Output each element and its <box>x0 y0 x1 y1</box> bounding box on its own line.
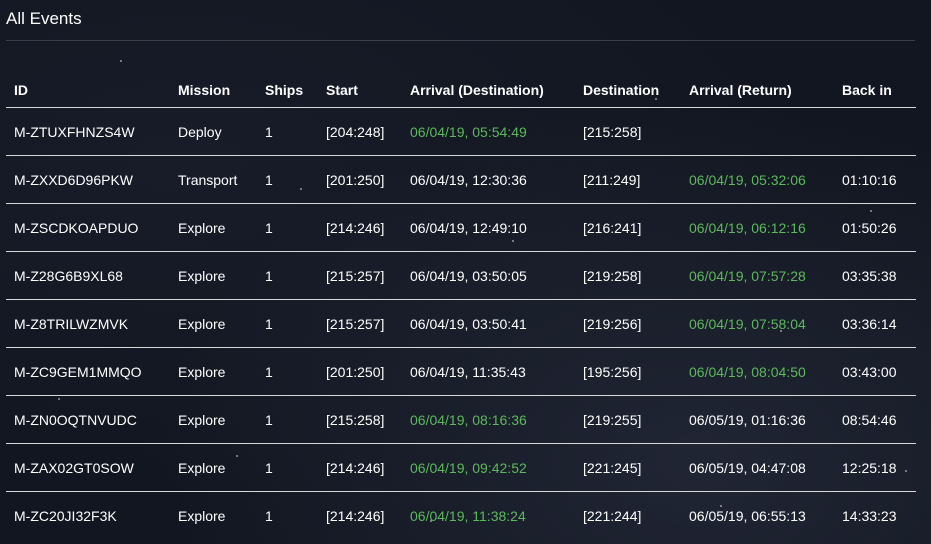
cell-start: [214:246] <box>318 203 402 252</box>
cell-back-in: 01:50:26 <box>834 203 916 252</box>
column-header-arrival-return[interactable]: Arrival (Return) <box>681 72 834 108</box>
cell-id: M-ZN0OQTNVUDC <box>6 395 170 444</box>
cell-id: M-Z8TRILWZMVK <box>6 299 170 348</box>
events-table-body: M-ZTUXFHNZS4W Deploy 1 [204:248] 06/04/19, 0… <box>6 107 916 540</box>
column-header-mission[interactable]: Mission <box>170 72 257 108</box>
column-header-destination[interactable]: Destination <box>575 72 681 108</box>
cell-start: [215:257] <box>318 299 402 348</box>
cell-arrival-destination: 06/04/19, 12:49:10 <box>402 203 575 252</box>
cell-mission: Explore <box>170 347 257 396</box>
cell-id: M-ZSCDKOAPDUO <box>6 203 170 252</box>
column-header-ships[interactable]: Ships <box>257 72 318 108</box>
cell-destination: [195:256] <box>575 347 681 396</box>
cell-arrival-destination: 06/04/19, 08:16:36 <box>402 395 575 444</box>
cell-ships: 1 <box>265 507 273 524</box>
cell-start: [214:246] <box>318 443 402 492</box>
cell-start: [215:257] <box>318 251 402 300</box>
cell-start: [215:258] <box>318 395 402 444</box>
cell-destination: [216:241] <box>575 203 681 252</box>
table-row: M-ZXXD6D96PKW Transport 1 [201:250] 06/04/19… <box>6 155 916 204</box>
column-header-id[interactable]: ID <box>6 72 170 108</box>
cell-ships: 1 <box>257 251 318 300</box>
page-title: All Events <box>6 9 82 28</box>
cell-ships: 1 <box>257 395 318 444</box>
cell-arrival-destination: 06/04/19, 09:42:52 <box>402 443 575 492</box>
cell-back-in: 12:25:18 <box>834 443 916 492</box>
cell-ships: 1 <box>257 203 318 252</box>
cell-start: [201:250] <box>318 347 402 396</box>
table-row: M-ZC9GEM1MMQO Explore 1 [201:250] 06/04/19, … <box>6 347 916 396</box>
cell-destination: [211:249] <box>575 155 681 204</box>
cell-id: M-ZAX02GT0SOW <box>6 443 170 492</box>
table-row: M-ZC20JI32F3K Explore 1 [214:246] 06/04/19, … <box>6 492 916 540</box>
cell-destination: [221:245] <box>575 443 681 492</box>
cell-mission: Explore <box>170 203 257 252</box>
cell-arrival-destination: 06/04/19, 12:30:36 <box>402 155 575 204</box>
cell-id: M-ZXXD6D96PKW <box>6 155 170 204</box>
cell-destination: [219:256] <box>575 299 681 348</box>
cell-arrival-return <box>681 107 834 156</box>
cell-arrival-destination: 06/04/19, 03:50:05 <box>402 251 575 300</box>
cell-arrival-destination: 06/04/19, 05:54:49 <box>402 107 575 156</box>
cell-mission: Deploy <box>170 107 257 156</box>
table-row: M-ZN0OQTNVUDC Explore 1 [215:258] 06/04/19, … <box>6 395 916 444</box>
cell-arrival-return: 06/04/19, 05:32:06 <box>681 155 834 204</box>
cell-mission: Transport <box>170 155 257 204</box>
cell-mission: Explore <box>178 507 226 524</box>
cell-id: M-ZTUXFHNZS4W <box>6 107 170 156</box>
cell-start: [201:250] <box>318 155 402 204</box>
title-divider <box>6 40 915 41</box>
cell-start: [214:246] <box>326 507 385 524</box>
column-header-start[interactable]: Start <box>318 72 402 108</box>
cell-arrival-return: 06/04/19, 07:58:04 <box>681 299 834 348</box>
cell-arrival-destination: 06/04/19, 11:35:43 <box>402 347 575 396</box>
events-page: All Events ID Mission Ships Start Arriva… <box>0 0 931 544</box>
cell-back-in <box>834 107 916 156</box>
cell-ships: 1 <box>257 107 318 156</box>
cell-id: M-ZC20JI32F3K <box>14 507 117 524</box>
cell-arrival-return: 06/04/19, 08:04:50 <box>681 347 834 396</box>
cell-destination: [219:258] <box>575 251 681 300</box>
cell-back-in: 03:43:00 <box>834 347 916 396</box>
table-row: M-ZTUXFHNZS4W Deploy 1 [204:248] 06/04/19, 0… <box>6 107 916 156</box>
cell-back-in: 14:33:23 <box>842 507 897 524</box>
cell-ships: 1 <box>257 347 318 396</box>
cell-mission: Explore <box>170 443 257 492</box>
table-row: M-Z8TRILWZMVK Explore 1 [215:257] 06/04/19, … <box>6 299 916 348</box>
cell-destination: [215:258] <box>575 107 681 156</box>
cell-ships: 1 <box>257 299 318 348</box>
column-header-back-in[interactable]: Back in <box>834 72 916 108</box>
table-row: M-ZAX02GT0SOW Explore 1 [214:246] 06/04/19, … <box>6 443 916 492</box>
cell-destination: [221:244] <box>583 507 642 524</box>
cell-arrival-return: 06/05/19, 04:47:08 <box>681 443 834 492</box>
cell-id: M-Z28G6B9XL68 <box>6 251 170 300</box>
cell-back-in: 03:36:14 <box>834 299 916 348</box>
cell-arrival-return: 06/05/19, 06:55:13 <box>689 507 806 524</box>
cell-arrival-destination: 06/04/19, 11:38:24 <box>410 507 526 524</box>
cell-arrival-return: 06/05/19, 01:16:36 <box>681 395 834 444</box>
cell-mission: Explore <box>170 395 257 444</box>
table-row: M-Z28G6B9XL68 Explore 1 [215:257] 06/04/19, … <box>6 251 916 300</box>
cell-mission: Explore <box>170 299 257 348</box>
cell-ships: 1 <box>257 443 318 492</box>
cell-destination: [219:255] <box>575 395 681 444</box>
cell-back-in: 01:10:16 <box>834 155 916 204</box>
table-header-row: ID Mission Ships Start Arrival (Destinat… <box>6 72 916 108</box>
cell-arrival-return: 06/04/19, 06:12:16 <box>681 203 834 252</box>
cell-arrival-return: 06/04/19, 07:57:28 <box>681 251 834 300</box>
cell-mission: Explore <box>170 251 257 300</box>
table-row: M-ZSCDKOAPDUO Explore 1 [214:246] 06/04/19, … <box>6 203 916 252</box>
cell-arrival-destination: 06/04/19, 03:50:41 <box>402 299 575 348</box>
cell-start: [204:248] <box>318 107 402 156</box>
cell-back-in: 03:35:38 <box>834 251 916 300</box>
cell-back-in: 08:54:46 <box>834 395 916 444</box>
events-table: ID Mission Ships Start Arrival (Destinat… <box>6 72 916 539</box>
column-header-arrival-destination[interactable]: Arrival (Destination) <box>402 72 575 108</box>
cell-ships: 1 <box>257 155 318 204</box>
cell-id: M-ZC9GEM1MMQO <box>6 347 170 396</box>
